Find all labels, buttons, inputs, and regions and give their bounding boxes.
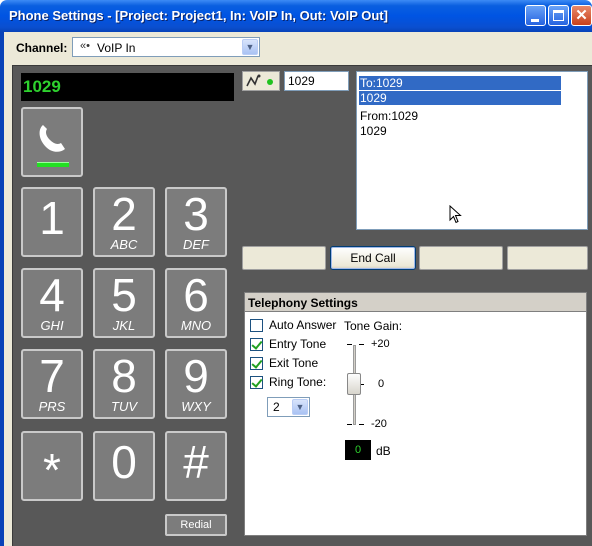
- redial-button[interactable]: Redial: [165, 514, 227, 536]
- call-button[interactable]: [21, 107, 83, 177]
- exit-tone-label: Exit Tone: [269, 356, 319, 370]
- gain-value-display: 0: [345, 440, 371, 460]
- key-0[interactable]: 0: [93, 431, 155, 501]
- key-2[interactable]: 2 ABC: [93, 187, 155, 257]
- handset-icon: [39, 125, 65, 152]
- key-6[interactable]: 6 MNO: [165, 268, 227, 338]
- title-bar[interactable]: Phone Settings - [Project: Project1, In:…: [0, 0, 592, 32]
- key-letters: MNO: [180, 318, 212, 333]
- checkbox-box[interactable]: [250, 376, 263, 389]
- key-digit: #: [183, 436, 209, 488]
- tone-gain-slider-thumb[interactable]: [347, 373, 361, 395]
- end-call-button[interactable]: End Call: [330, 246, 416, 270]
- maximize-icon: [553, 10, 564, 21]
- ring-tone-select[interactable]: 2 ▼: [267, 397, 310, 417]
- key-digit: 6: [183, 269, 209, 321]
- key-letters: ABC: [110, 237, 138, 252]
- maximize-button[interactable]: [548, 5, 569, 26]
- minimize-icon: [531, 19, 539, 22]
- minimize-button[interactable]: [525, 5, 546, 26]
- action-button-1[interactable]: [242, 246, 326, 270]
- action-button-3[interactable]: [419, 246, 503, 270]
- auto-answer-label: Auto Answer: [269, 318, 337, 332]
- checkbox-box[interactable]: [250, 357, 263, 370]
- key-9[interactable]: 9 WXY: [165, 349, 227, 419]
- channel-value: VoIP In: [97, 41, 136, 55]
- key-digit: 8: [111, 350, 137, 402]
- key-letters: GHI: [40, 318, 64, 333]
- key-letters: JKL: [112, 318, 136, 333]
- key-3[interactable]: 3 DEF: [165, 187, 227, 257]
- key-4[interactable]: 4 GHI: [21, 268, 83, 338]
- call-status-indicator: [37, 162, 69, 167]
- tone-gain-label: Tone Gain:: [344, 319, 403, 333]
- slider-tick: [359, 424, 364, 425]
- key-star[interactable]: *: [21, 431, 83, 501]
- chevron-down-icon[interactable]: ▼: [292, 399, 308, 415]
- channel-label: Channel:: [16, 41, 68, 55]
- call-list[interactable]: To:1029 1029 From:1029 1029: [356, 71, 588, 230]
- chevron-down-icon[interactable]: ▼: [242, 39, 258, 55]
- key-5[interactable]: 5 JKL: [93, 268, 155, 338]
- key-hash[interactable]: #: [165, 431, 227, 501]
- action-button-4[interactable]: [507, 246, 588, 270]
- phone-display: 1029: [21, 73, 234, 101]
- list-item[interactable]: 1029: [359, 91, 561, 105]
- key-digit: 9: [183, 350, 209, 402]
- key-letters: TUV: [111, 399, 137, 414]
- list-item[interactable]: To:1029: [359, 76, 561, 90]
- key-digit: 2: [111, 188, 137, 240]
- key-digit: 0: [111, 436, 137, 488]
- key-7[interactable]: 7 PRS: [21, 349, 83, 419]
- key-8[interactable]: 8 TUV: [93, 349, 155, 419]
- gain-mid-label: 0: [378, 378, 385, 390]
- dial-tone-icon: [246, 74, 273, 87]
- key-digit: 7: [39, 350, 65, 402]
- close-button[interactable]: ✕: [571, 5, 592, 26]
- list-item[interactable]: From:1029: [359, 109, 418, 123]
- key-digit: 1: [39, 192, 65, 244]
- mouse-cursor-icon: [449, 205, 462, 224]
- ring-tone-label: Ring Tone:: [269, 375, 327, 389]
- checkbox-box[interactable]: [250, 319, 263, 332]
- key-letters: PRS: [38, 399, 66, 414]
- key-letters: WXY: [181, 399, 211, 414]
- key-letters: DEF: [183, 237, 209, 252]
- dial-button[interactable]: [242, 71, 280, 91]
- key-digit: *: [43, 444, 61, 496]
- slider-tick: [347, 344, 352, 345]
- window-title: Phone Settings - [Project: Project1, In:…: [9, 8, 388, 23]
- gain-max-label: +20: [371, 338, 390, 350]
- key-1[interactable]: 1: [21, 187, 83, 257]
- key-digit: 3: [183, 188, 209, 240]
- entry-tone-label: Entry Tone: [269, 337, 327, 351]
- ring-tone-value: 2: [273, 400, 280, 414]
- telephony-settings-header: Telephony Settings: [245, 293, 586, 312]
- key-digit: 5: [111, 269, 137, 321]
- channel-select[interactable]: «• VoIP In ▼: [72, 37, 260, 57]
- slider-tick: [347, 424, 352, 425]
- slider-tick: [359, 344, 364, 345]
- list-item[interactable]: 1029: [359, 124, 387, 138]
- gain-unit-label: dB: [376, 444, 391, 458]
- voip-icon: «•: [80, 40, 90, 52]
- gain-min-label: -20: [371, 418, 387, 430]
- close-icon: ✕: [575, 7, 588, 24]
- checkbox-box[interactable]: [250, 338, 263, 351]
- key-digit: 4: [39, 269, 65, 321]
- dial-number-field[interactable]: 1029: [284, 71, 349, 91]
